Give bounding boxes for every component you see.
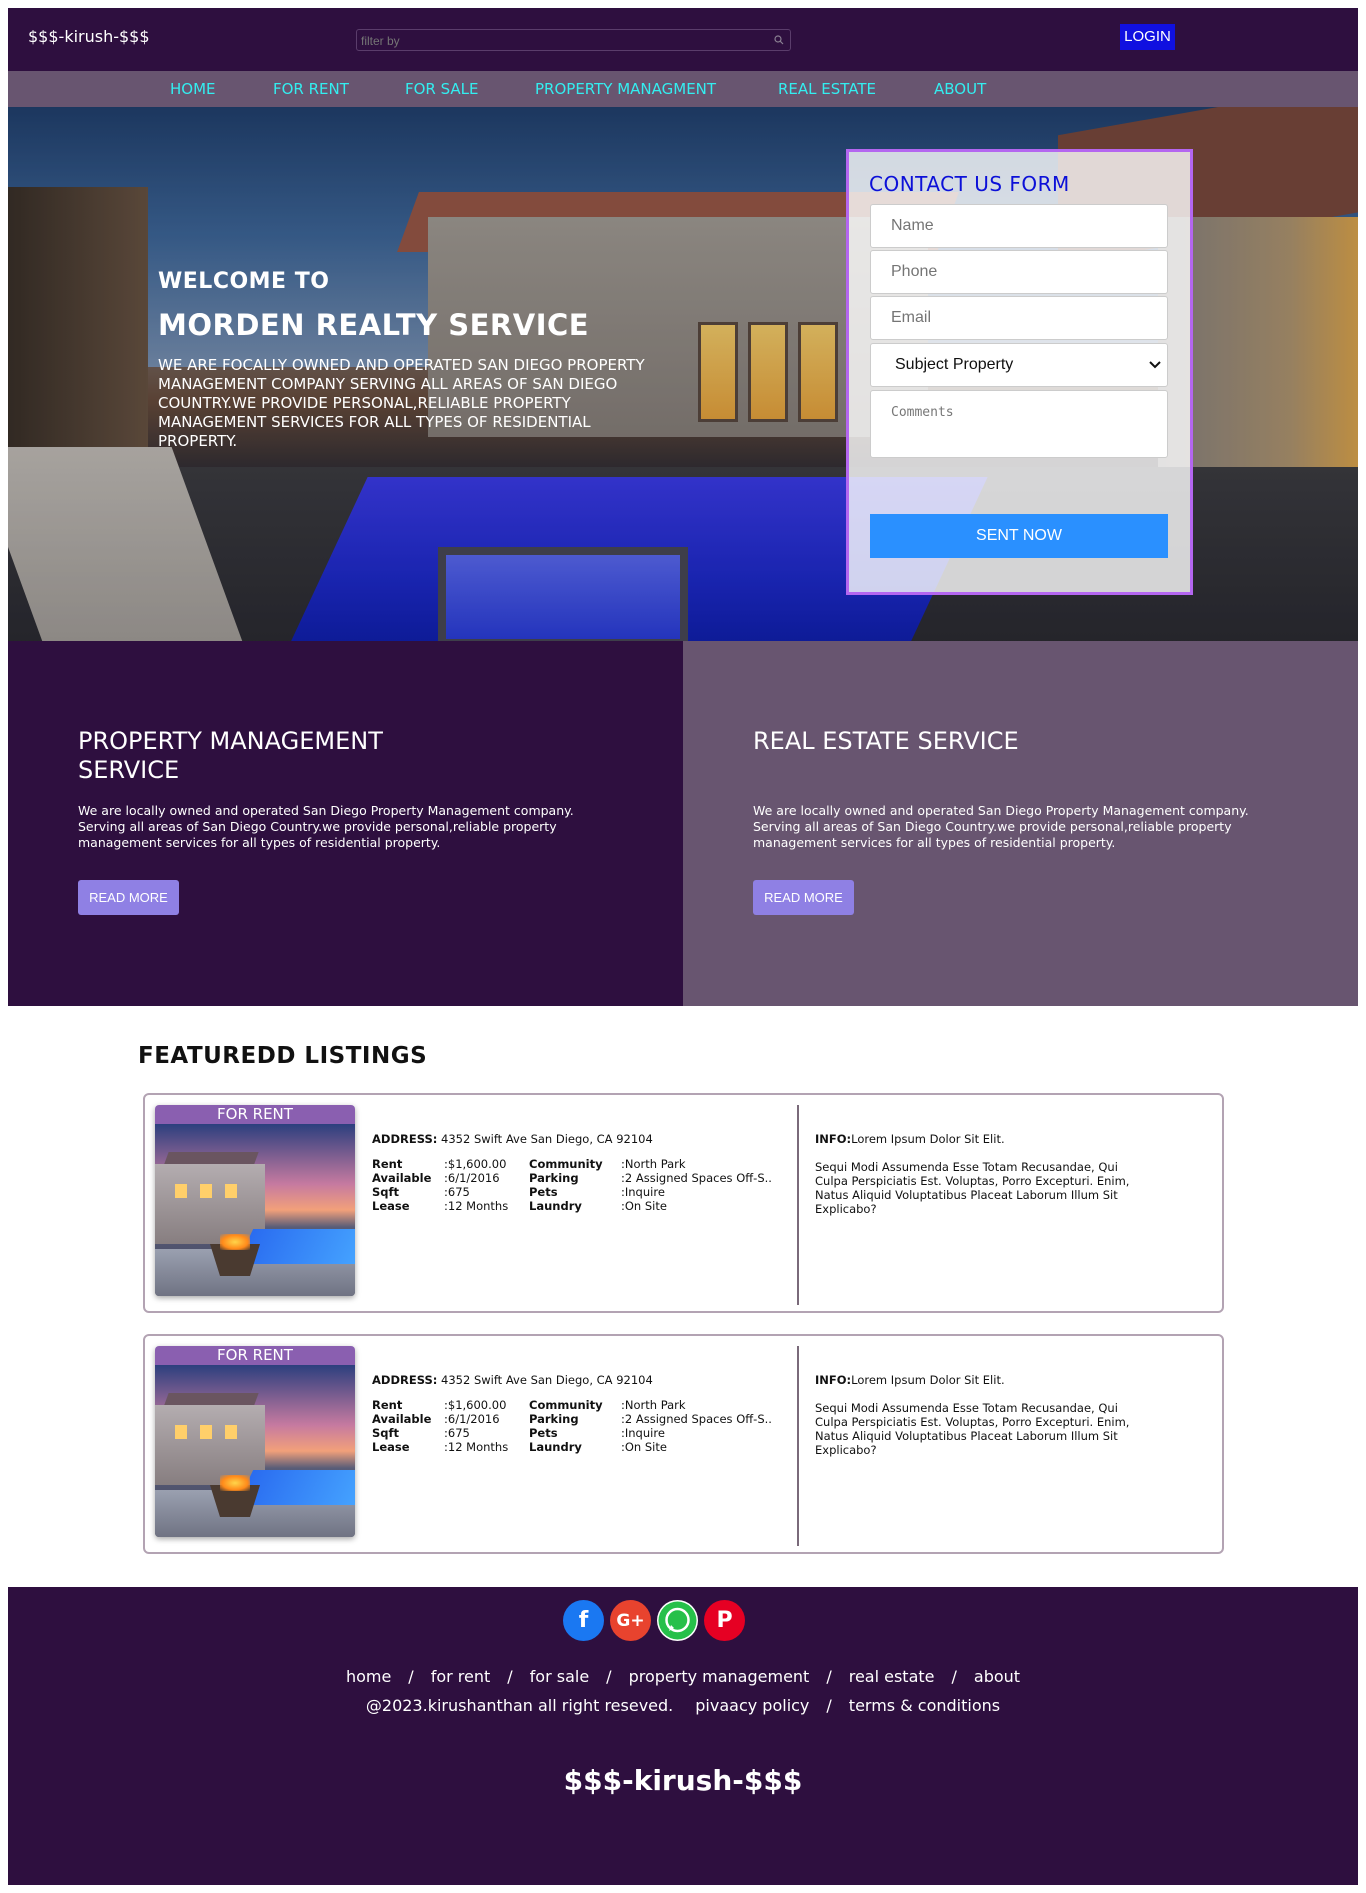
featured-listings-title: FEATUREDD LISTINGS — [138, 1043, 428, 1069]
listing-details: ADDRESS: 4352 Swift Ave San Diego, CA 92… — [372, 1132, 792, 1213]
top-bar: $$$-kirush-$$$ LOGIN — [8, 8, 1358, 71]
brand-logo[interactable]: $$$-kirush-$$$ — [28, 27, 150, 46]
social-links: f G+ P — [563, 1600, 745, 1641]
filter-input[interactable] — [357, 31, 790, 51]
subject-select[interactable]: Subject Property — [870, 343, 1168, 387]
listing-image[interactable]: FOR RENT — [155, 1346, 355, 1537]
terms-link[interactable]: terms & conditions — [849, 1696, 1000, 1715]
filter-search-box[interactable] — [356, 29, 791, 51]
nav-for-rent[interactable]: FOR RENT — [273, 80, 349, 98]
login-button[interactable]: LOGIN — [1120, 24, 1175, 50]
send-now-button[interactable]: SENT NOW — [870, 514, 1168, 558]
listing-photo — [155, 1124, 355, 1296]
contact-form-title: CONTACT US FORM — [869, 172, 1070, 196]
listing-specs: Rent:$1,600.00 Community:North Park Avail… — [372, 1157, 772, 1213]
email-field[interactable] — [870, 296, 1168, 340]
nav-about[interactable]: ABOUT — [934, 80, 986, 98]
contact-form: CONTACT US FORM Subject Property Comment… — [846, 149, 1193, 595]
service-text: We are locally owned and operated San Di… — [753, 803, 1249, 850]
card-divider — [797, 1346, 799, 1546]
read-more-button[interactable]: READ MORE — [78, 880, 179, 915]
email-input[interactable] — [871, 297, 1167, 339]
pinterest-icon[interactable]: P — [704, 1600, 745, 1641]
services-section: PROPERTY MANAGEMENT SERVICE We are local… — [8, 641, 1358, 1006]
nav-for-sale[interactable]: FOR SALE — [405, 80, 479, 98]
listing-address: ADDRESS: 4352 Swift Ave San Diego, CA 92… — [372, 1373, 653, 1387]
listing-card[interactable]: FOR RENT ADDRESS: 4352 Swift Ave San Die… — [143, 1093, 1224, 1313]
for-rent-badge: FOR RENT — [155, 1105, 355, 1124]
whatsapp-icon[interactable] — [657, 1600, 698, 1641]
service-title: REAL ESTATE SERVICE — [753, 727, 1019, 755]
property-management-panel: PROPERTY MANAGEMENT SERVICE We are local… — [8, 641, 683, 1006]
comments-field[interactable]: Comments — [870, 390, 1168, 458]
footer-link-real-estate[interactable]: real estate — [849, 1667, 935, 1686]
listing-address: ADDRESS: 4352 Swift Ave San Diego, CA 92… — [372, 1132, 653, 1146]
facebook-icon[interactable]: f — [563, 1600, 604, 1641]
service-text: We are locally owned and operated San Di… — [78, 803, 574, 850]
footer-link-property-management[interactable]: property management — [629, 1667, 810, 1686]
name-field[interactable] — [870, 204, 1168, 248]
nav-real-estate[interactable]: REAL ESTATE — [778, 80, 876, 98]
name-input[interactable] — [871, 205, 1167, 247]
comments-placeholder: Comments — [891, 405, 954, 420]
listing-info: INFO:Lorem Ipsum Dolor Sit Elit. Sequi M… — [815, 1132, 1130, 1216]
nav-home[interactable]: HOME — [170, 80, 216, 98]
search-icon[interactable] — [774, 35, 784, 45]
footer-links: home / for rent / for sale / property manageme… — [345, 1667, 1021, 1686]
hero-text: WELCOME TO MORDEN REALTY SERVICE WE ARE … — [158, 269, 668, 451]
chevron-down-icon — [1149, 361, 1161, 369]
hero-description: WE ARE FOCALLY OWNED AND OPERATED SAN DI… — [158, 356, 645, 450]
phone-input[interactable] — [871, 251, 1167, 293]
footer: f G+ P home / for rent / for sale / property m… — [8, 1587, 1358, 1885]
listing-info: INFO:Lorem Ipsum Dolor Sit Elit. Sequi M… — [815, 1373, 1130, 1457]
hero-banner: WELCOME TO MORDEN REALTY SERVICE WE ARE … — [8, 107, 1358, 641]
listing-details: ADDRESS: 4352 Swift Ave San Diego, CA 92… — [372, 1373, 792, 1454]
hero-welcome: WELCOME TO — [158, 269, 330, 294]
subject-select-value: Subject Property — [895, 356, 1014, 373]
footer-link-for-sale[interactable]: for sale — [530, 1667, 590, 1686]
nav-property-management[interactable]: PROPERTY MANAGMENT — [535, 80, 716, 98]
footer-brand: $$$-kirush-$$$ — [563, 1764, 803, 1797]
for-rent-badge: FOR RENT — [155, 1346, 355, 1365]
copyright-text: @2023.kirushanthan all right reseved. — [365, 1696, 674, 1715]
listing-image[interactable]: FOR RENT — [155, 1105, 355, 1296]
hero-title: MORDEN REALTY SERVICE — [158, 308, 590, 342]
real-estate-panel: REAL ESTATE SERVICE We are locally owned… — [683, 641, 1358, 1006]
google-plus-icon[interactable]: G+ — [610, 1600, 651, 1641]
main-nav: HOME FOR RENT FOR SALE PROPERTY MANAGMEN… — [8, 71, 1358, 107]
footer-link-for-rent[interactable]: for rent — [431, 1667, 491, 1686]
listing-photo — [155, 1365, 355, 1537]
footer-link-about[interactable]: about — [974, 1667, 1020, 1686]
listing-specs: Rent:$1,600.00 Community:North Park Avail… — [372, 1398, 772, 1454]
phone-field[interactable] — [870, 250, 1168, 294]
read-more-button[interactable]: READ MORE — [753, 880, 854, 915]
service-title: PROPERTY MANAGEMENT SERVICE — [78, 727, 383, 784]
card-divider — [797, 1105, 799, 1305]
footer-link-home[interactable]: home — [346, 1667, 391, 1686]
listing-card[interactable]: FOR RENT ADDRESS: 4352 Swift Ave San Die… — [143, 1334, 1224, 1554]
footer-copyright-row: @2023.kirushanthan all right reseved. piv… — [365, 1696, 1001, 1715]
privacy-policy-link[interactable]: pivaacy policy — [695, 1696, 809, 1715]
